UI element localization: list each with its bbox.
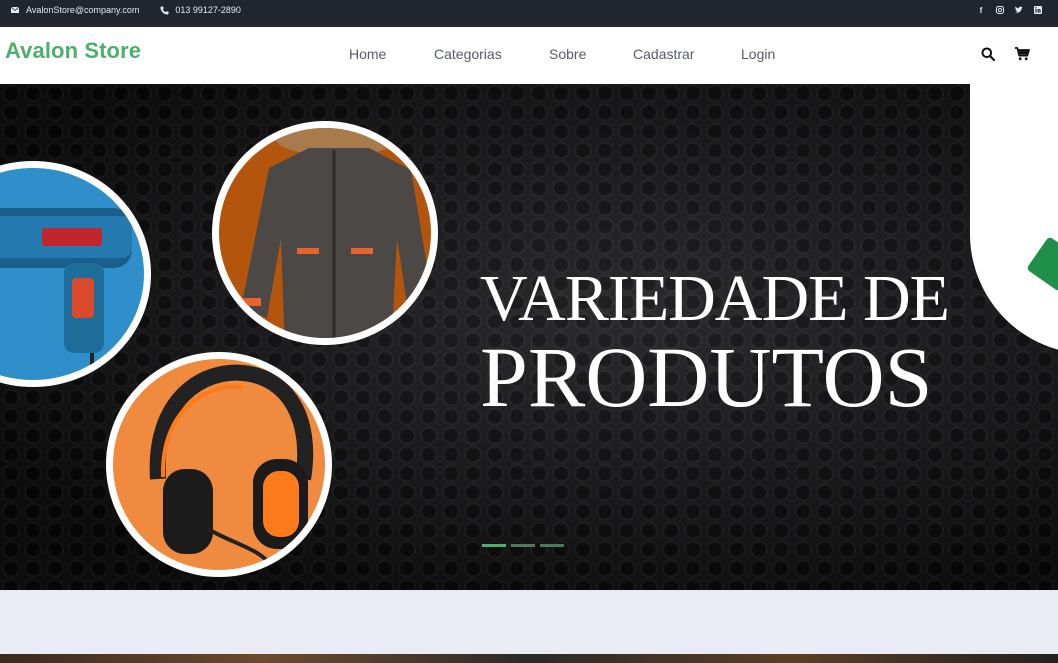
linkedin-icon[interactable] bbox=[1034, 6, 1042, 14]
nav-sobre[interactable]: Sobre bbox=[549, 46, 633, 62]
hero-headline: VARIEDADE DE PRODUTOS bbox=[480, 262, 950, 425]
search-icon[interactable] bbox=[980, 46, 996, 62]
top-info-bar: AvalonStore@company.com 013 99127-2890 f bbox=[0, 0, 1058, 27]
hero-headline-line2: PRODUTOS bbox=[480, 329, 933, 425]
facebook-icon[interactable]: f bbox=[977, 6, 985, 15]
carousel-dot-3[interactable] bbox=[540, 544, 564, 547]
hero-headline-line1: VARIEDADE DE bbox=[480, 262, 950, 335]
envelope-icon bbox=[10, 5, 20, 15]
carousel-dot-2[interactable] bbox=[511, 544, 535, 547]
cart-icon[interactable] bbox=[1014, 46, 1030, 62]
hero-carousel[interactable]: VARIEDADE DE PRODUTOS bbox=[0, 84, 1058, 590]
carousel-dot-1[interactable] bbox=[482, 544, 506, 547]
section-image-strip bbox=[0, 654, 1058, 663]
nav-login[interactable]: Login bbox=[741, 46, 775, 62]
main-navbar: Avalon Store Home Categorias Sobre Cadas… bbox=[0, 27, 1058, 84]
contact-phone[interactable]: 013 99127-2890 bbox=[175, 5, 241, 15]
contact-email[interactable]: AvalonStore@company.com bbox=[26, 5, 139, 15]
nav-cadastrar[interactable]: Cadastrar bbox=[633, 46, 741, 62]
nav-actions bbox=[980, 46, 1030, 62]
social-links: f bbox=[977, 0, 1042, 20]
product-image-jacket bbox=[212, 121, 438, 345]
brand-logo[interactable]: Avalon Store bbox=[5, 38, 141, 64]
nav-categorias[interactable]: Categorias bbox=[434, 46, 549, 62]
next-section bbox=[0, 590, 1058, 663]
carousel-indicators bbox=[482, 544, 564, 547]
product-image-headset bbox=[106, 352, 332, 577]
instagram-icon[interactable] bbox=[996, 6, 1004, 14]
twitter-icon[interactable] bbox=[1015, 6, 1023, 14]
phone-icon bbox=[159, 5, 169, 15]
nav-menu: Home Categorias Sobre Cadastrar Login bbox=[349, 46, 775, 62]
nav-home[interactable]: Home bbox=[349, 46, 434, 62]
contact-info: AvalonStore@company.com 013 99127-2890 bbox=[10, 0, 241, 20]
